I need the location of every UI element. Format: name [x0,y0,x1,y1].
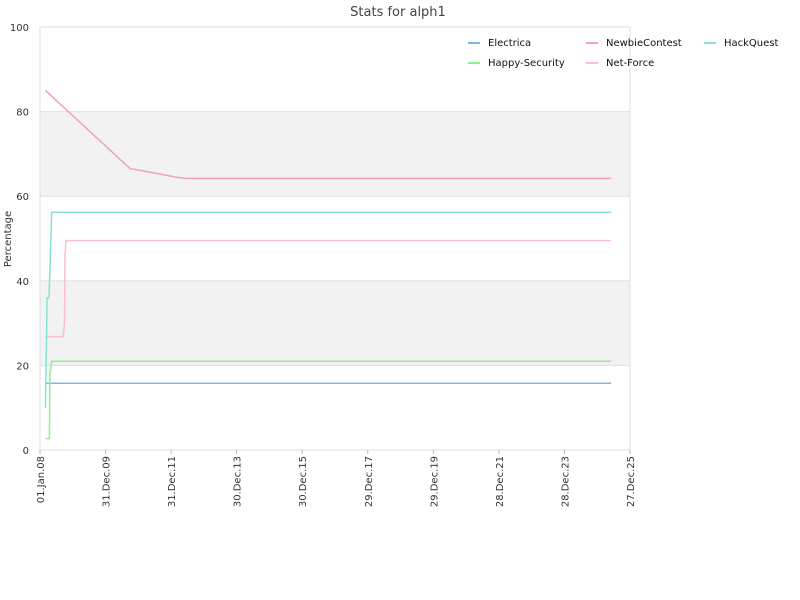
y-tick-label: 40 [16,277,29,288]
y-tick-label: 60 [16,192,29,203]
x-tick-label: 31.Dec.11 [167,456,178,507]
x-tick-label: 27.Dec.25 [626,456,637,507]
x-tick-label: 30.Dec.13 [233,456,244,507]
x-axis-ticks: 01.Jan.08 31.Dec.09 31.Dec.11 30.Dec.13 30.D… [36,450,637,507]
chart: Stats for alph1 0 20 40 60 80 100 01.Jan.08 31… [3,5,779,507]
chart-title: Stats for alph1 [350,5,446,20]
x-tick-label: 31.Dec.09 [102,456,113,507]
grid-lines [40,26,630,451]
x-tick-label: 01.Jan.08 [36,456,47,503]
legend-label: HackQuest [724,38,779,49]
y-tick-label: 100 [10,23,29,34]
legend-label: Net-Force [606,58,654,69]
x-tick-label: 28.Dec.21 [495,456,506,507]
plot-band [40,280,630,366]
x-tick-label: 28.Dec.23 [560,456,571,507]
legend: Electrica Happy-Security NewbieContest Net-… [468,38,779,69]
y-tick-label: 80 [16,108,29,119]
legend-label: Electrica [488,38,531,49]
y-tick-label: 20 [16,361,29,372]
plot-bands [40,111,630,366]
legend-label: Happy-Security [488,58,565,69]
legend-label: NewbieContest [606,38,682,49]
series-line-happy-security [45,360,612,440]
x-tick-label: 30.Dec.15 [298,456,309,507]
x-tick-label: 29.Dec.17 [364,456,375,507]
x-tick-label: 29.Dec.19 [429,456,440,507]
y-axis-label: Percentage [3,211,14,267]
y-tick-label: 0 [23,446,29,457]
plot-area-border [39,26,631,451]
plot-band [40,111,630,197]
